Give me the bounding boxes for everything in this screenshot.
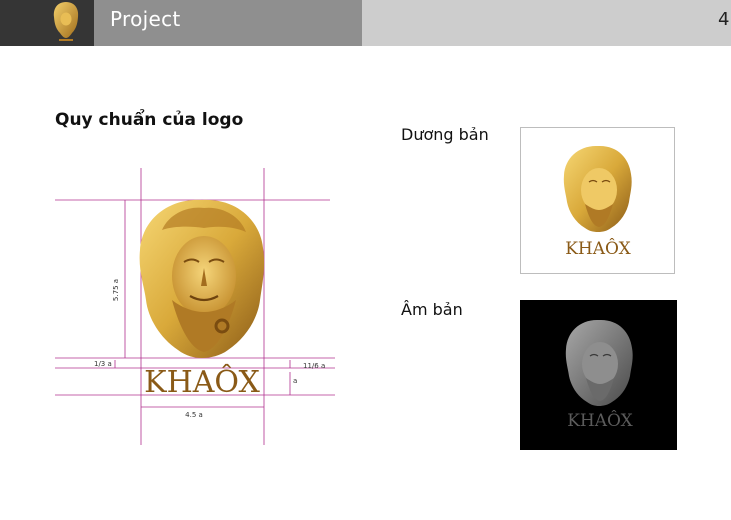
right-margin-label: 11/6 a: [303, 362, 325, 370]
negative-logo-icon: KHAÔX: [565, 319, 634, 431]
left-margin-label: 1/3 a: [94, 360, 112, 368]
positive-logo-wordmark: KHAÔX: [565, 238, 631, 259]
positive-logo-icon: KHAÔX: [563, 145, 632, 259]
construction-logo-wordmark: KHAÔX: [144, 364, 260, 400]
positive-variant-label: Dương bản: [401, 125, 489, 144]
height-dimension-label: 5.75 a: [112, 279, 120, 301]
negative-logo-wordmark: KHAÔX: [567, 410, 633, 431]
negative-logo-panel: KHAÔX: [520, 300, 677, 450]
negative-variant-label: Âm bản: [401, 300, 463, 319]
text-height-label: a: [293, 377, 297, 385]
positive-logo-panel: KHAÔX: [520, 127, 675, 274]
construction-logo-head: [139, 199, 265, 358]
width-dimension-label: 4.5 a: [185, 411, 203, 419]
